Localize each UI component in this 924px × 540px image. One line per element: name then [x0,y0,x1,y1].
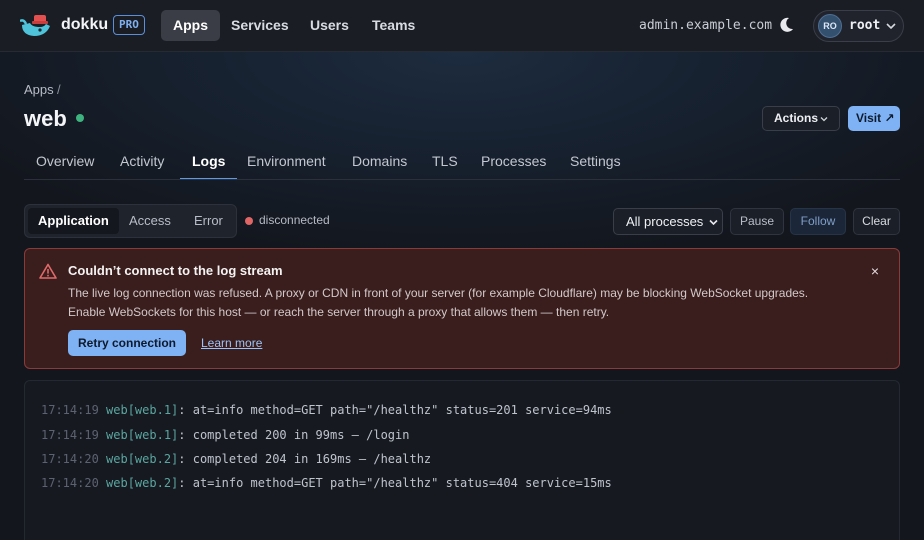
connection-status: disconnected [259,213,330,227]
whale-logo-icon[interactable] [20,13,52,39]
tab-activity[interactable]: Activity [108,144,176,180]
tab-domains[interactable]: Domains [340,144,419,180]
user-menu-button[interactable]: RO root [813,10,904,42]
log-source: web[web.1] [106,428,179,442]
close-icon[interactable]: × [868,264,882,278]
log-timestamp: 17:14:20 [41,476,99,490]
pro-badge: PRO [113,15,145,35]
process-filter-select[interactable]: All processes [613,208,723,235]
log-message: : at=info method=GET path="/healthz" sta… [178,476,612,490]
learn-more-link[interactable]: Learn more [201,336,262,350]
chevron-down-icon [709,219,718,226]
nav-users[interactable]: Users [298,10,361,41]
chevron-down-icon [820,117,828,122]
log-message: : completed 204 in 169ms — /healthz [178,452,432,466]
source-error[interactable]: Error [184,208,233,234]
alert-title: Couldn’t connect to the log stream [68,263,283,278]
alert-message: The live log connection was refused. A p… [68,284,868,322]
log-output-panel[interactable]: 17:14:19 web[web.1]: at=info method=GET … [24,380,900,540]
log-timestamp: 17:14:20 [41,452,99,466]
tab-logs[interactable]: Logs [180,144,238,180]
main-content: Apps / web Actions Visit ↗ Overview Acti… [0,52,924,540]
moon-icon[interactable] [780,17,794,33]
app-status-dot [76,114,84,122]
log-timestamp: 17:14:19 [41,403,99,417]
tab-tls[interactable]: TLS [420,144,470,180]
connection-error-alert: Couldn’t connect to the log stream The l… [24,248,900,369]
tab-overview[interactable]: Overview [24,144,106,180]
log-line: 17:14:20 web[web.2]: completed 204 in 16… [41,449,431,469]
clear-button[interactable]: Clear [853,208,900,235]
follow-button[interactable]: Follow [790,208,846,235]
tab-settings[interactable]: Settings [558,144,633,180]
nav-teams[interactable]: Teams [360,10,427,41]
source-application[interactable]: Application [28,208,119,234]
log-source-switcher: Application Access Error [24,204,237,238]
tabs-divider [24,179,900,180]
visit-button[interactable]: Visit ↗ [848,106,900,131]
source-access[interactable]: Access [119,208,181,234]
nav-services[interactable]: Services [219,10,301,41]
log-line: 17:14:19 web[web.1]: at=info method=GET … [41,400,612,420]
connection-status-dot [245,217,253,225]
warning-triangle-icon [39,263,57,279]
pause-button[interactable]: Pause [730,208,784,235]
actions-button[interactable]: Actions [762,106,840,131]
brand-name: dokku [61,16,109,33]
log-line: 17:14:19 web[web.1]: completed 200 in 99… [41,425,409,445]
log-message: : completed 200 in 99ms — /login [178,428,410,442]
log-source: web[web.2] [106,452,179,466]
log-message: : at=info method=GET path="/healthz" sta… [178,403,612,417]
tab-environment[interactable]: Environment [235,144,338,180]
log-source: web[web.1] [106,403,179,417]
tab-processes[interactable]: Processes [469,144,558,180]
avatar: RO [818,14,842,38]
top-navbar: dokku PRO Apps Services Users Teams admi… [0,0,924,52]
chevron-down-icon [886,23,896,30]
log-line: 17:14:20 web[web.2]: at=info method=GET … [41,473,612,493]
breadcrumb-apps[interactable]: Apps [24,82,54,97]
log-timestamp: 17:14:19 [41,428,99,442]
breadcrumb-separator: / [57,82,61,97]
retry-connection-button[interactable]: Retry connection [68,330,186,356]
log-source: web[web.2] [106,476,179,490]
process-filter-value: All processes [626,214,704,229]
alert-message-line: Enable WebSockets for this host — or rea… [68,305,610,319]
hostname: admin.example.com [639,18,773,33]
user-name: root [849,18,881,33]
actions-label: Actions [774,111,819,125]
page-title: web [24,106,67,131]
alert-message-line: The live log connection was refused. A p… [68,286,809,300]
nav-apps[interactable]: Apps [161,10,220,41]
